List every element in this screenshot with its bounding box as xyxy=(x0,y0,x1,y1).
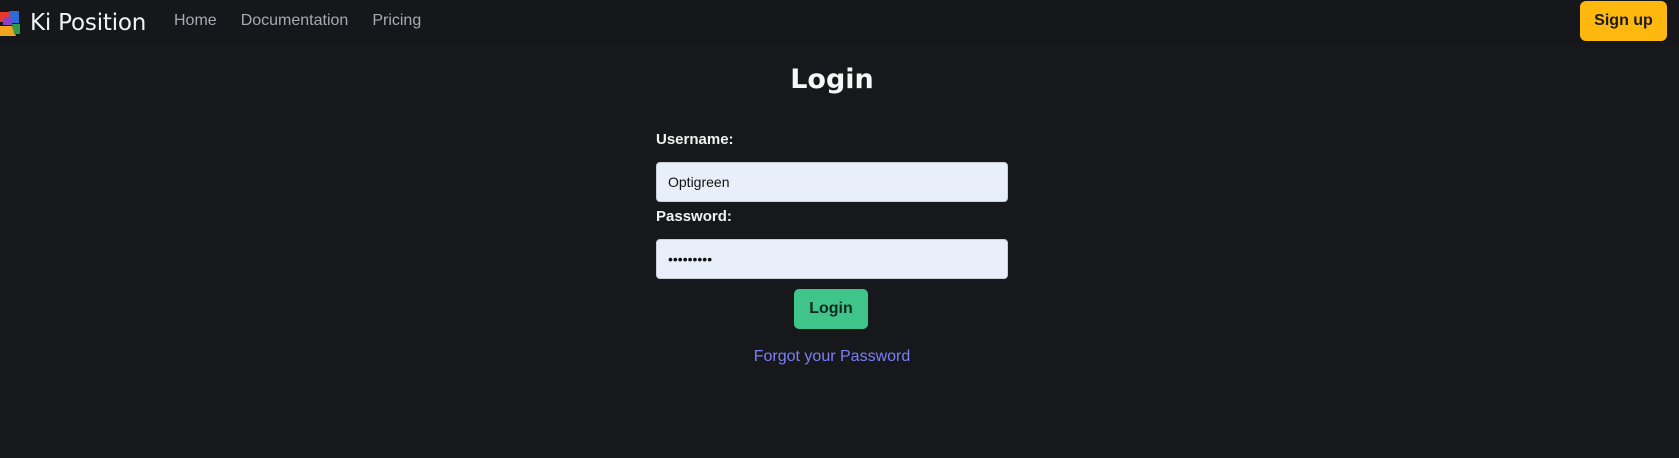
login-form: Username: Password: xyxy=(656,130,1008,279)
page-title: Login xyxy=(790,64,874,95)
username-label: Username: xyxy=(656,131,734,148)
password-label: Password: xyxy=(656,208,732,225)
password-input[interactable] xyxy=(656,239,1008,279)
login-submit-button[interactable]: Login xyxy=(794,289,868,329)
ki-position-logo-icon xyxy=(0,11,20,36)
forgot-password-link[interactable]: Forgot your Password xyxy=(0,348,1664,366)
top-navbar: Ki Position Home Documentation Pricing S… xyxy=(0,0,1679,46)
username-input[interactable] xyxy=(656,162,1008,202)
brand-name: Ki Position xyxy=(30,10,147,36)
brand-home-link[interactable]: Ki Position xyxy=(0,6,146,40)
signup-button[interactable]: Sign up xyxy=(1580,1,1667,41)
nav-link-pricing[interactable]: Pricing xyxy=(372,12,421,30)
nav-link-home[interactable]: Home xyxy=(174,12,217,30)
nav-link-documentation[interactable]: Documentation xyxy=(241,12,349,30)
nav-links: Home Documentation Pricing xyxy=(174,12,445,30)
